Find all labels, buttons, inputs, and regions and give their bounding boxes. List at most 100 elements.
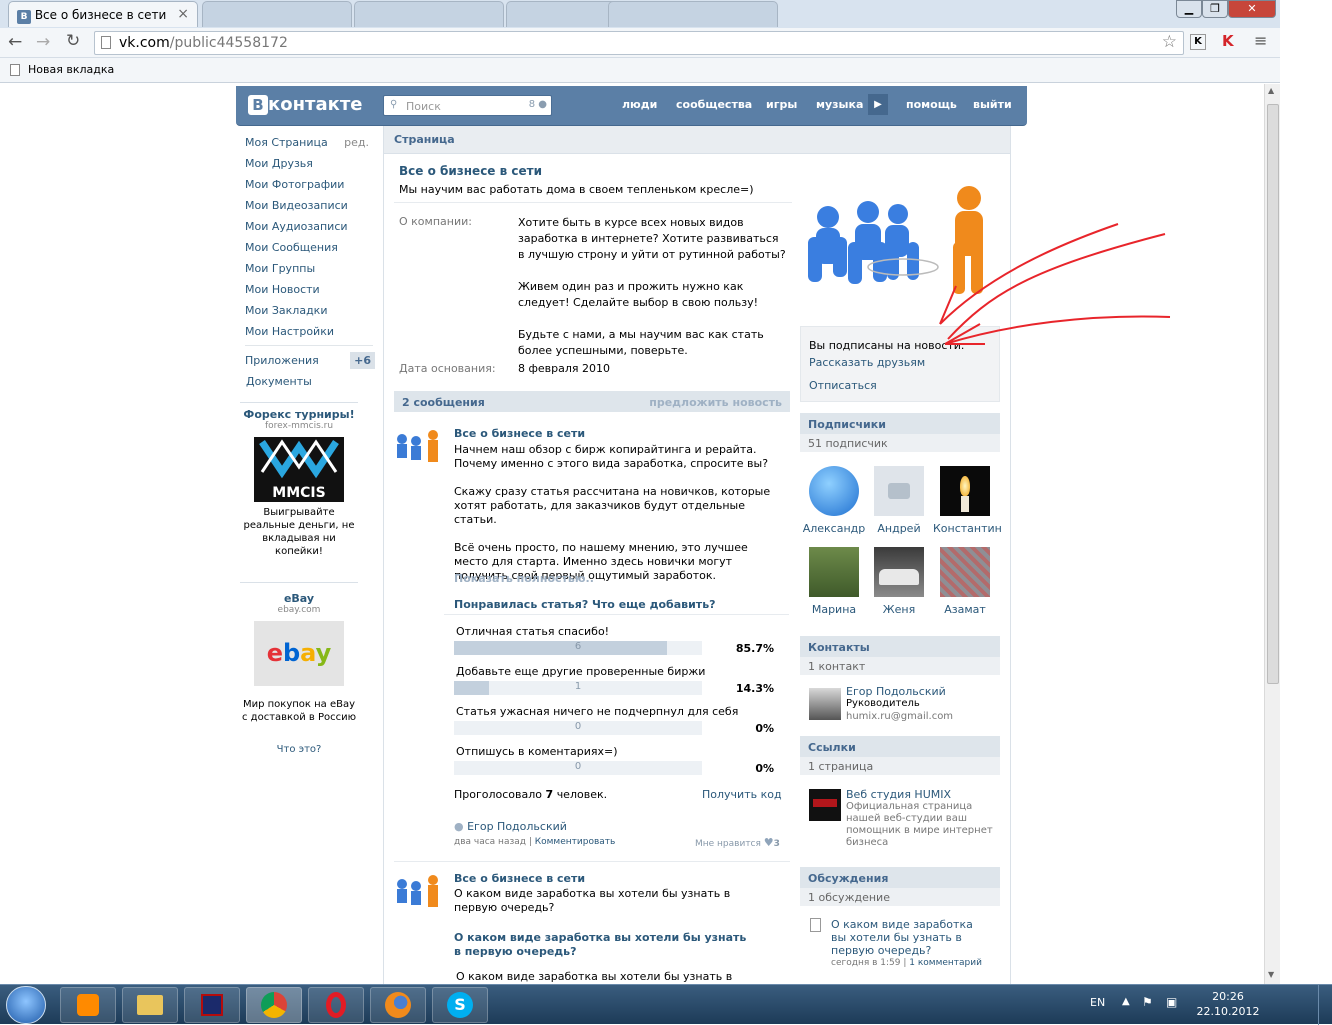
ad-ebay[interactable]: eBay ebay.com ebay Мир покупок на eBay с… xyxy=(240,592,358,724)
discussions-count[interactable]: 1 обсуждение xyxy=(800,888,1000,906)
url-path: /public44558172 xyxy=(169,35,288,51)
subscriber-name[interactable]: Женя xyxy=(867,603,931,616)
opera-icon[interactable] xyxy=(308,987,364,1023)
menu-photos[interactable]: Мои Фотографии xyxy=(245,176,379,197)
clock[interactable]: 20:26 22.10.2012 xyxy=(1196,989,1260,1019)
show-more-link[interactable]: Показать полностью.. xyxy=(454,572,594,585)
floppy-icon[interactable] xyxy=(184,987,240,1023)
skype-icon[interactable]: S xyxy=(432,987,488,1023)
post1-author[interactable]: Все о бизнесе в сети xyxy=(454,427,585,440)
network-icon[interactable]: ▣ xyxy=(1166,995,1177,1009)
address-bar[interactable]: vk.com/public44558172 ☆ xyxy=(94,31,1184,55)
media-player-icon[interactable] xyxy=(60,987,116,1023)
subscribers-count[interactable]: 51 подписчик xyxy=(800,434,1000,452)
tab-inactive-2[interactable] xyxy=(354,1,504,27)
subscribers-header[interactable]: Подписчики xyxy=(800,413,1000,434)
close-window-button[interactable]: ✕ xyxy=(1228,0,1276,18)
bookmark-new-tab[interactable]: Новая вкладка xyxy=(28,63,114,76)
link-thumbnail[interactable] xyxy=(809,789,841,821)
language-indicator[interactable]: EN xyxy=(1090,996,1105,1009)
minimize-button[interactable]: ▁ xyxy=(1176,0,1202,18)
post-avatar[interactable] xyxy=(392,427,444,472)
nav-people[interactable]: люди xyxy=(622,98,657,111)
nav-music[interactable]: музыка xyxy=(816,98,863,111)
tray-arrow-icon[interactable]: ▲ xyxy=(1122,996,1130,1007)
discussions-header[interactable]: Обсуждения xyxy=(800,867,1000,888)
menu-icon[interactable]: ≡ xyxy=(1254,31,1267,50)
windows-taskbar: S EN ▲ ⚑ ▣ 20:26 22.10.2012 xyxy=(0,984,1332,1025)
start-button[interactable] xyxy=(6,986,46,1024)
menu-videos[interactable]: Мои Видеозаписи xyxy=(245,197,379,218)
star-icon[interactable]: ☆ xyxy=(1162,32,1177,52)
menu-groups[interactable]: Мои Группы xyxy=(245,260,379,281)
ad-forex[interactable]: Форекс турниры! forex-mmcis.ru MMCIS Выи… xyxy=(240,408,358,558)
forward-icon[interactable]: → xyxy=(36,32,50,52)
close-tab-icon[interactable]: × xyxy=(177,6,189,22)
subscriber-avatar[interactable] xyxy=(940,547,990,597)
menu-docs[interactable]: Документы xyxy=(246,373,379,394)
contact-avatar[interactable] xyxy=(809,688,841,720)
nav-help[interactable]: помощь xyxy=(906,98,957,111)
back-icon[interactable]: ← xyxy=(8,32,22,52)
scrollbar[interactable]: ▲ ▼ xyxy=(1264,84,1280,984)
subscriber-avatar[interactable] xyxy=(874,547,924,597)
tab-inactive-4[interactable] xyxy=(608,1,778,27)
nav-communities[interactable]: сообщества xyxy=(676,98,752,111)
subscriber-avatar[interactable] xyxy=(809,466,859,516)
tab-active[interactable]: В Все о бизнесе в сети × xyxy=(8,1,198,27)
scroll-thumb[interactable] xyxy=(1267,104,1279,684)
post-signer[interactable]: ● Егор Подольский xyxy=(454,820,567,833)
link-name[interactable]: Веб студия HUMIX xyxy=(846,788,951,801)
vk-header: Вконтакте ⚲ Поиск 8 ● люди сообщества иг… xyxy=(236,86,1027,126)
reload-icon[interactable]: ↻ xyxy=(66,31,80,51)
post2-avatar[interactable] xyxy=(392,872,444,917)
edit-link[interactable]: ред. xyxy=(344,134,369,151)
contacts-count[interactable]: 1 контакт xyxy=(800,657,1000,675)
menu-friends[interactable]: Мои Друзья xyxy=(245,155,379,176)
contacts-header[interactable]: Контакты xyxy=(800,636,1000,657)
like-button[interactable]: Мне нравится ♥3 xyxy=(695,836,780,849)
get-code-link[interactable]: Получить код xyxy=(702,788,782,801)
music-play-button[interactable]: ▶ xyxy=(868,94,888,115)
topic-title[interactable]: О каком виде заработка вы хотели бы узна… xyxy=(831,918,991,957)
nav-games[interactable]: игры xyxy=(766,98,797,111)
scroll-down-icon[interactable]: ▼ xyxy=(1268,970,1274,979)
post2-author[interactable]: Все о бизнесе в сети xyxy=(454,872,585,885)
menu-settings[interactable]: Мои Настройки xyxy=(245,323,379,344)
menu-messages[interactable]: Мои Сообщения xyxy=(245,239,379,260)
chrome-icon[interactable] xyxy=(246,987,302,1023)
subscriber-name[interactable]: Андрей xyxy=(867,522,931,535)
contact-name[interactable]: Егор Подольский xyxy=(846,685,946,698)
subscriber-name[interactable]: Константин xyxy=(933,522,1002,535)
menu-my-page[interactable]: Моя Страница ред. xyxy=(245,134,379,155)
menu-audio[interactable]: Мои Аудиозаписи xyxy=(245,218,379,239)
firefox-icon[interactable] xyxy=(370,987,426,1023)
search-input[interactable]: ⚲ Поиск 8 ● xyxy=(383,95,552,116)
camera-placeholder-icon[interactable] xyxy=(874,466,924,516)
subscriber-avatar[interactable] xyxy=(809,547,859,597)
show-desktop-button[interactable] xyxy=(1318,985,1332,1025)
menu-apps[interactable]: Приложения +6 xyxy=(245,352,379,373)
kaspersky-icon[interactable]: K xyxy=(1222,32,1234,50)
links-count[interactable]: 1 страница xyxy=(800,757,1000,775)
explorer-icon[interactable] xyxy=(122,987,178,1023)
menu-news[interactable]: Мои Новости xyxy=(245,281,379,302)
subscriber-name[interactable]: Марина xyxy=(802,603,866,616)
action-center-flag-icon[interactable]: ⚑ xyxy=(1142,995,1153,1009)
tab-inactive-1[interactable] xyxy=(202,1,352,27)
subscriber-name[interactable]: Азамат xyxy=(933,603,997,616)
subscriber-avatar[interactable] xyxy=(940,466,990,516)
unsubscribe-link[interactable]: Отписаться xyxy=(809,379,877,392)
scroll-up-icon[interactable]: ▲ xyxy=(1268,86,1274,95)
nav-logout[interactable]: выйти xyxy=(973,98,1012,111)
links-header[interactable]: Ссылки xyxy=(800,736,1000,757)
subscriber-name[interactable]: Александр xyxy=(802,522,866,535)
maximize-button[interactable]: ❐ xyxy=(1202,0,1228,18)
suggest-news-link[interactable]: предложить новость xyxy=(649,396,782,409)
comment-link[interactable]: Комментировать xyxy=(535,837,616,847)
vk-logo[interactable]: Вконтакте xyxy=(248,94,362,115)
url-domain: vk.com xyxy=(119,35,170,51)
extension-k-icon[interactable]: K xyxy=(1190,34,1206,50)
ads-what-link[interactable]: Что это? xyxy=(240,744,358,755)
menu-bookmarks[interactable]: Мои Закладки xyxy=(245,302,379,323)
